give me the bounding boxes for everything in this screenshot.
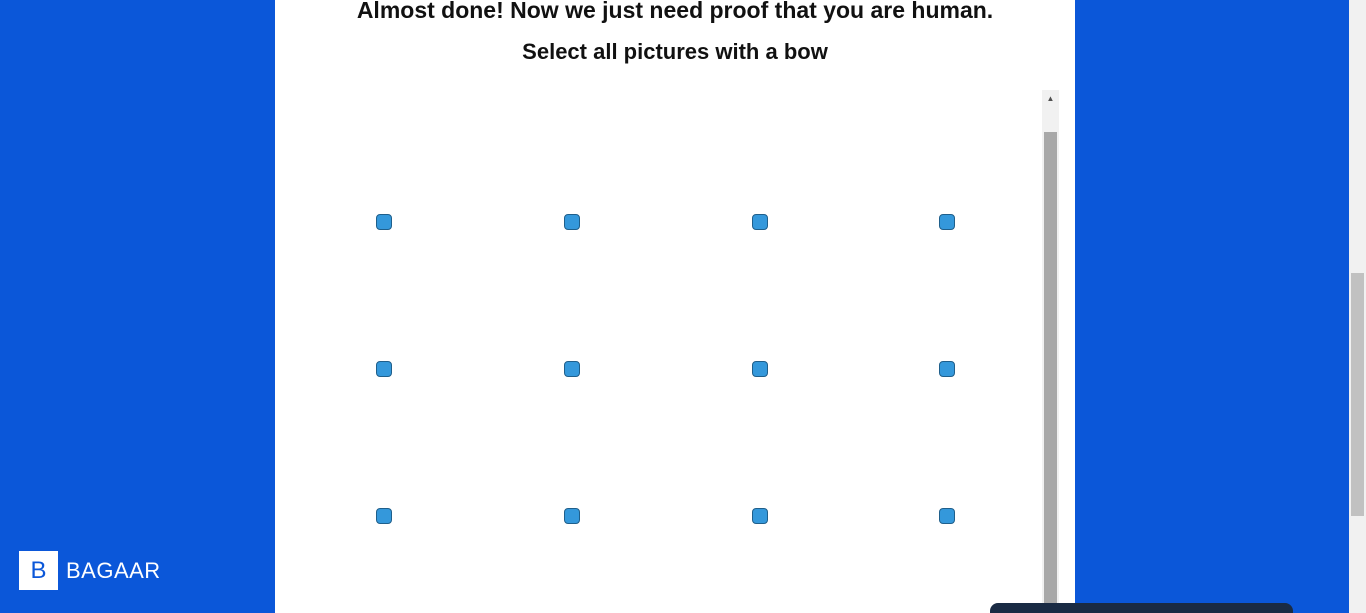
captcha-checkbox-r1-c4[interactable] xyxy=(939,214,955,230)
page-headline: Almost done! Now we just need proof that… xyxy=(356,0,994,23)
captcha-checkbox-r1-c3[interactable] xyxy=(752,214,768,230)
captcha-scrollbar-thumb[interactable] xyxy=(1044,132,1057,613)
chat-widget[interactable] xyxy=(990,603,1293,613)
logo-mark: B xyxy=(19,551,58,590)
page-scrollbar[interactable] xyxy=(1349,0,1366,613)
captcha-checkbox-r2-c4[interactable] xyxy=(939,361,955,377)
captcha-checkbox-r3-c3[interactable] xyxy=(752,508,768,524)
bagaar-logo[interactable]: B BAGAAR xyxy=(19,551,161,590)
captcha-instruction: Select all pictures with a bow xyxy=(522,39,828,64)
captcha-checkbox-r3-c4[interactable] xyxy=(939,508,955,524)
captcha-checkbox-r2-c1[interactable] xyxy=(376,361,392,377)
captcha-panel: Almost done! Now we just need proof that… xyxy=(275,0,1075,613)
captcha-checkbox-r1-c1[interactable] xyxy=(376,214,392,230)
captcha-checkbox-r2-c2[interactable] xyxy=(564,361,580,377)
captcha-checkbox-r3-c1[interactable] xyxy=(376,508,392,524)
page-scrollbar-thumb[interactable] xyxy=(1351,273,1364,516)
scroll-up-arrow-icon[interactable]: ▲ xyxy=(1042,90,1059,107)
captcha-image-grid xyxy=(305,90,1058,613)
captcha-scrollbar[interactable]: ▲ xyxy=(1042,90,1059,613)
captcha-checkbox-r1-c2[interactable] xyxy=(564,214,580,230)
captcha-checkbox-r3-c2[interactable] xyxy=(564,508,580,524)
logo-name: BAGAAR xyxy=(66,557,161,583)
captcha-checkbox-r2-c3[interactable] xyxy=(752,361,768,377)
page: Almost done! Now we just need proof that… xyxy=(0,0,1366,613)
